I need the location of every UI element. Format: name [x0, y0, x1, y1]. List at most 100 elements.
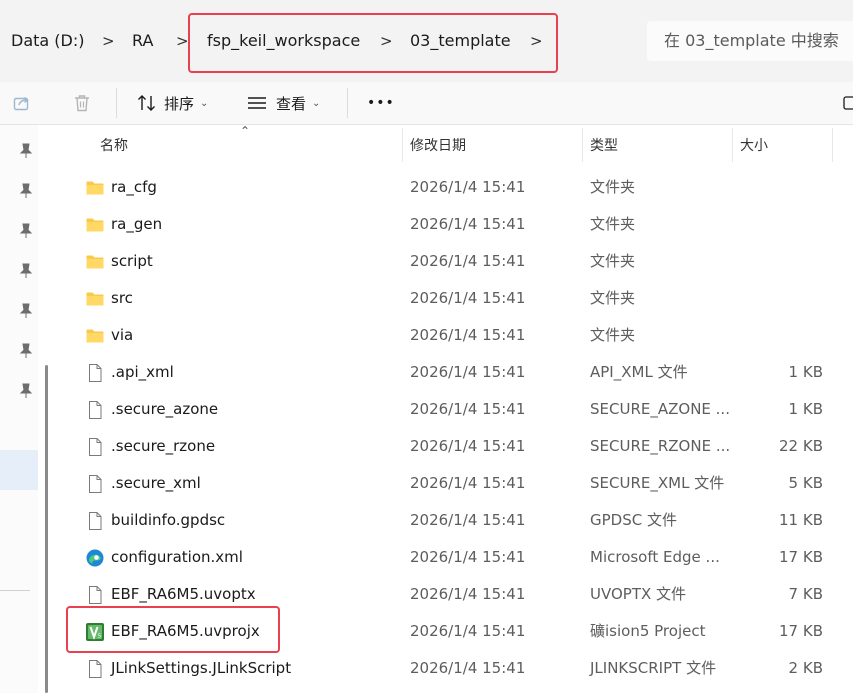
file-size: 22 KB — [779, 437, 823, 455]
file-row[interactable]: via 2026/1/4 15:41 文件夹 — [66, 317, 853, 354]
pin-icon[interactable] — [19, 303, 33, 319]
pin-icon[interactable] — [19, 383, 33, 399]
file-name: JLinkSettings.JLinkScript — [111, 659, 292, 677]
folder-icon — [85, 289, 105, 309]
file-icon — [85, 585, 105, 605]
pin-icon[interactable] — [19, 143, 33, 159]
column-header-type[interactable]: 类型 — [590, 125, 618, 165]
edge-icon — [85, 548, 105, 568]
file-size: 17 KB — [779, 548, 823, 566]
pin-icon[interactable] — [19, 223, 33, 239]
file-date: 2026/1/4 15:41 — [410, 326, 526, 344]
file-type: 礦ision5 Project — [590, 622, 706, 640]
chevron-right-icon[interactable]: > — [176, 21, 189, 61]
file-date: 2026/1/4 15:41 — [410, 659, 526, 677]
file-row[interactable]: ra_cfg 2026/1/4 15:41 文件夹 — [66, 169, 853, 206]
file-size: 1 KB — [788, 363, 823, 381]
file-row[interactable]: .secure_azone 2026/1/4 15:41 SECURE_AZONE … — [66, 391, 853, 428]
details-pane-icon — [843, 96, 853, 110]
column-divider[interactable] — [732, 128, 733, 162]
file-name: script — [111, 252, 153, 270]
view-button[interactable]: 查看 ⌄ — [246, 82, 320, 124]
file-type: Microsoft Edge ... — [590, 548, 720, 566]
file-name: .api_xml — [111, 363, 174, 381]
file-date: 2026/1/4 15:41 — [410, 289, 526, 307]
file-name: via — [111, 326, 134, 344]
column-divider[interactable] — [582, 128, 583, 162]
highlight-box-project-file — [66, 606, 280, 653]
file-date: 2026/1/4 15:41 — [410, 363, 526, 381]
nav-divider — [0, 590, 30, 591]
command-bar: 排序 ⌄ 查看 ⌄ ••• — [0, 82, 853, 125]
delete-button[interactable] — [72, 82, 92, 124]
file-date: 2026/1/4 15:41 — [410, 178, 526, 196]
more-icon: ••• — [367, 95, 395, 111]
nav-selected-item[interactable] — [0, 450, 38, 490]
file-name: .secure_xml — [111, 474, 201, 492]
search-input[interactable]: 在 03_template 中搜索 — [647, 21, 853, 61]
file-row[interactable]: .api_xml 2026/1/4 15:41 API_XML 文件 1 KB — [66, 354, 853, 391]
file-icon — [85, 363, 105, 383]
file-name: ra_gen — [111, 215, 163, 233]
sort-icon — [138, 95, 155, 111]
toolbar-divider — [116, 88, 117, 118]
file-row[interactable]: JLinkSettings.JLinkScript 2026/1/4 15:41 J… — [66, 650, 853, 687]
trash-icon — [75, 95, 89, 112]
file-icon — [85, 659, 105, 679]
folder-icon — [85, 215, 105, 235]
details-pane-button[interactable] — [843, 82, 853, 124]
file-date: 2026/1/4 15:41 — [410, 215, 526, 233]
file-row[interactable]: script 2026/1/4 15:41 文件夹 — [66, 243, 853, 280]
chevron-down-icon: ⌄ — [200, 97, 209, 109]
file-type: GPDSC 文件 — [590, 511, 677, 529]
breadcrumb-item-drive[interactable]: Data (D:) — [11, 21, 84, 61]
file-row[interactable]: ra_gen 2026/1/4 15:41 文件夹 — [66, 206, 853, 243]
file-row[interactable]: configuration.xml 2026/1/4 15:41 Microsoft… — [66, 539, 853, 576]
file-type: UVOPTX 文件 — [590, 585, 687, 603]
view-list-icon — [248, 97, 266, 109]
chevron-right-icon[interactable]: > — [102, 21, 115, 61]
sort-button[interactable]: 排序 ⌄ — [136, 82, 208, 124]
highlight-box-path — [188, 13, 558, 73]
file-type: SECURE_AZONE ... — [590, 400, 730, 418]
file-row[interactable]: .secure_rzone 2026/1/4 15:41 SECURE_RZONE … — [66, 428, 853, 465]
nav-scrollbar[interactable] — [45, 365, 48, 693]
file-name: configuration.xml — [111, 548, 243, 566]
file-type: 文件夹 — [590, 289, 636, 307]
folder-icon — [85, 178, 105, 198]
column-header-name[interactable]: 名称 — [100, 125, 128, 165]
file-type: 文件夹 — [590, 178, 636, 196]
file-type: API_XML 文件 — [590, 363, 688, 381]
file-date: 2026/1/4 15:41 — [410, 622, 526, 640]
file-type: SECURE_RZONE ... — [590, 437, 731, 455]
file-type: SECURE_XML 文件 — [590, 474, 725, 492]
file-row[interactable]: buildinfo.gpdsc 2026/1/4 15:41 GPDSC 文件 11 … — [66, 502, 853, 539]
pin-icon[interactable] — [19, 343, 33, 359]
column-divider[interactable] — [402, 128, 403, 162]
pin-icon[interactable] — [19, 183, 33, 199]
breadcrumb-item-ra[interactable]: RA — [132, 21, 153, 61]
column-header-date[interactable]: 修改日期 — [410, 125, 466, 165]
pin-icon[interactable] — [19, 263, 33, 279]
file-name: ra_cfg — [111, 178, 157, 196]
address-bar-region: Data (D:) > RA > fsp_keil_workspace > 03… — [0, 0, 853, 82]
file-date: 2026/1/4 15:41 — [410, 400, 526, 418]
view-label: 查看 — [276, 94, 307, 113]
navigation-pane — [0, 125, 38, 693]
file-date: 2026/1/4 15:41 — [410, 511, 526, 529]
file-date: 2026/1/4 15:41 — [410, 437, 526, 455]
column-header-size[interactable]: 大小 — [740, 125, 768, 165]
file-name: buildinfo.gpdsc — [111, 511, 226, 529]
search-placeholder: 在 03_template 中搜索 — [664, 31, 839, 50]
folder-icon — [85, 252, 105, 272]
file-row[interactable]: .secure_xml 2026/1/4 15:41 SECURE_XML 文件 5 … — [66, 465, 853, 502]
file-size: 2 KB — [788, 659, 823, 677]
more-options-button[interactable]: ••• — [367, 82, 395, 124]
file-icon — [85, 511, 105, 531]
file-row[interactable]: src 2026/1/4 15:41 文件夹 — [66, 280, 853, 317]
column-divider[interactable] — [832, 128, 833, 162]
share-button[interactable] — [12, 82, 32, 124]
file-date: 2026/1/4 15:41 — [410, 474, 526, 492]
file-type: 文件夹 — [590, 326, 636, 344]
share-icon — [13, 96, 29, 111]
